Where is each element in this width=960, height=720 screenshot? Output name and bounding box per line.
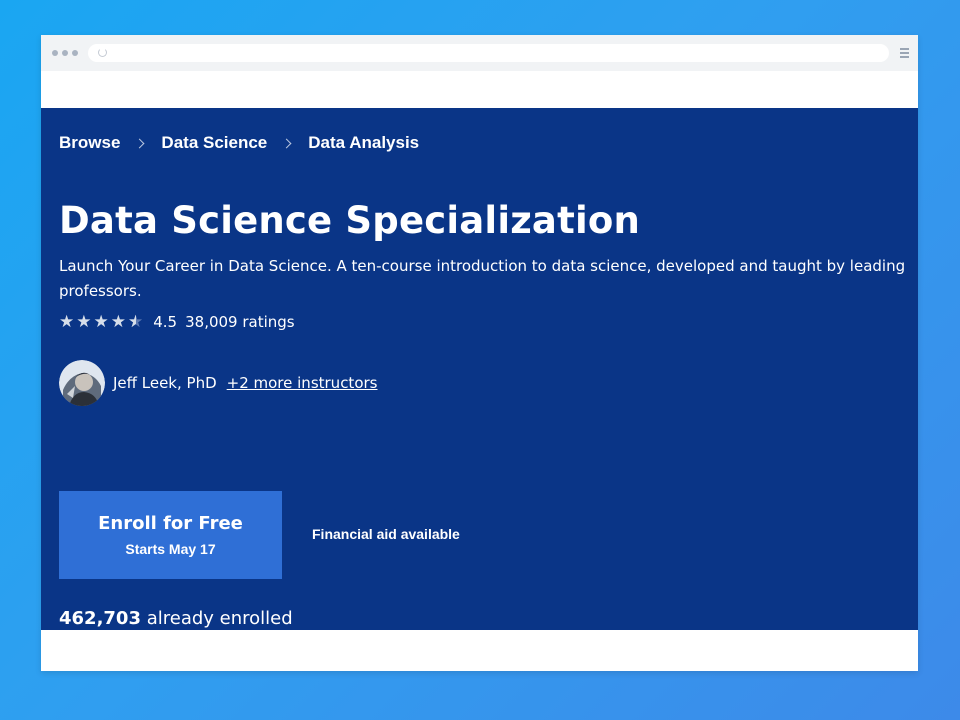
enroll-button[interactable]: Enroll for Free Starts May 17 (59, 491, 282, 579)
star-icon: ★ (76, 311, 92, 332)
financial-aid-link[interactable]: Financial aid available (312, 526, 460, 542)
breadcrumb-browse[interactable]: Browse (59, 133, 120, 153)
enrolled-suffix: already enrolled (146, 608, 293, 629)
course-title: Data Science Specialization (59, 199, 641, 242)
course-hero-banner: Browse Data Science Data Analysis Data S… (41, 108, 918, 630)
breadcrumb-data-science[interactable]: Data Science (161, 133, 267, 153)
instructor-row: Jeff Leek, PhD +2 more instructors (59, 360, 377, 406)
reload-icon[interactable] (98, 48, 107, 57)
star-icon: ★ (59, 311, 75, 332)
enroll-button-label: Enroll for Free (98, 513, 243, 534)
rating-count[interactable]: 38,009 ratings (185, 313, 295, 331)
course-rating: ★ ★ ★ ★ ★ 4.5 38,009 ratings (59, 313, 295, 331)
dot (62, 50, 68, 56)
chevron-right-icon (281, 138, 292, 148)
star-half-icon: ★ (128, 313, 143, 331)
enrolled-count: 462,703 already enrolled (59, 608, 293, 629)
dot (72, 50, 78, 56)
three-dots-icon[interactable] (52, 50, 78, 56)
instructor-name[interactable]: Jeff Leek, PhD (113, 374, 217, 392)
breadcrumb-data-analysis[interactable]: Data Analysis (308, 133, 419, 153)
rating-value: 4.5 (153, 313, 178, 331)
chevron-right-icon (134, 138, 145, 148)
hamburger-menu-icon[interactable] (900, 48, 909, 58)
enrolled-number: 462,703 (59, 608, 141, 629)
star-icon: ★ (93, 311, 109, 332)
instructor-avatar[interactable] (59, 360, 105, 406)
dot (52, 50, 58, 56)
more-instructors-link[interactable]: +2 more instructors (227, 374, 378, 392)
course-subtitle: Launch Your Career in Data Science. A te… (59, 257, 906, 300)
browser-titlebar (41, 35, 918, 71)
browser-window: Browse Data Science Data Analysis Data S… (41, 35, 918, 671)
address-bar[interactable] (88, 44, 889, 62)
star-icon: ★ (110, 311, 126, 332)
enroll-start-date: Starts May 17 (125, 541, 216, 557)
star-rating: ★ ★ ★ ★ ★ (59, 311, 143, 332)
breadcrumb: Browse Data Science Data Analysis (59, 133, 419, 153)
